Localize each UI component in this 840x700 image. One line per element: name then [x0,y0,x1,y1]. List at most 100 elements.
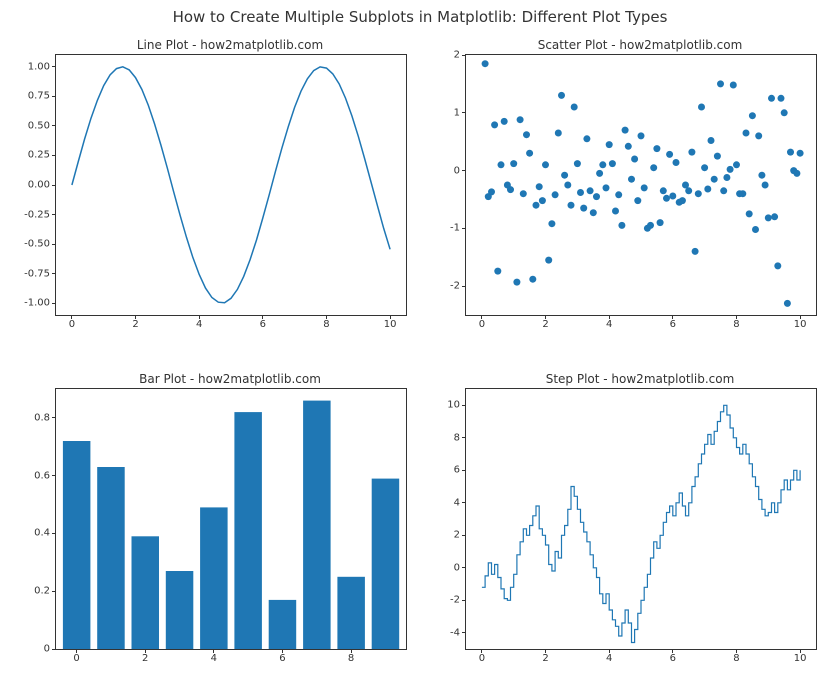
subplot-title-scatter: Scatter Plot - how2matplotlib.com [465,38,815,52]
xtick-label: 6 [670,319,676,330]
ytick-label: -0.75 [10,268,50,279]
ytick-label: -0.25 [10,209,50,220]
scatter-point [749,112,756,119]
xtick-label: 8 [733,319,739,330]
scatter-point [647,222,654,229]
scatter-point [542,161,549,168]
xtick-label: 2 [542,653,548,664]
scatter-point [628,176,635,183]
scatter-point [793,170,800,177]
scatter-point [501,118,508,125]
xtick-label: 10 [794,653,807,664]
scatter-point [510,160,517,167]
scatter-point [539,197,546,204]
bar [269,600,297,649]
scatter-point [730,82,737,89]
ytick-label: 0.4 [10,528,50,539]
bar [337,577,365,649]
bar [234,412,262,649]
xtick-label: 0 [479,319,485,330]
xtick-label: 0 [479,653,485,664]
scatter-point [666,151,673,158]
scatter-point [701,164,708,171]
ytick-label: 4 [420,497,460,508]
scatter-point [561,172,568,179]
scatter-point [568,202,575,209]
scatter-point [663,195,670,202]
scatter-point [746,210,753,217]
scatter-point [755,132,762,139]
xtick-label: 8 [323,319,329,330]
scatter-point [688,149,695,156]
ytick-label: 0.50 [10,120,50,131]
xtick-label: 4 [211,653,217,664]
xtick-label: 4 [196,319,202,330]
scatter-point [771,213,778,220]
scatter-point [657,219,664,226]
xtick-label: 6 [670,653,676,664]
scatter-point [717,80,724,87]
scatter-point [587,187,594,194]
scatter-point [609,160,616,167]
scatter-point [768,95,775,102]
scatter-point [638,132,645,139]
ytick-label: 0.8 [10,412,50,423]
scatter-point [558,92,565,99]
scatter-point [615,191,622,198]
scatter-point [739,190,746,197]
scatter-point [580,205,587,212]
subplot-title-line: Line Plot - how2matplotlib.com [55,38,405,52]
scatter-point [574,160,581,167]
bar [200,507,228,649]
axes-step: -4-20246810 0246810 [465,388,817,650]
ytick-label: -4 [420,627,460,638]
scatter-point [727,166,734,173]
xtick-label: 10 [384,319,397,330]
ytick-label: 0.00 [10,180,50,191]
scatter-point [711,176,718,183]
scatter-point [787,149,794,156]
ytick-label: -2 [420,595,460,606]
line-series [72,67,390,303]
ytick-label: 6 [420,465,460,476]
scatter-point [762,182,769,189]
scatter-point [685,187,692,194]
ytick-label: -2 [420,281,460,292]
scatter-point [625,143,632,150]
step-series [482,405,800,642]
scatter-point [612,208,619,215]
scatter-point [599,161,606,168]
scatter-point [778,95,785,102]
axes-line: -1.00-0.75-0.50-0.250.000.250.500.751.00… [55,54,407,316]
ytick-label: -1 [420,223,460,234]
ytick-label: 0 [420,562,460,573]
scatter-point [571,104,578,111]
ytick-label: 0.6 [10,470,50,481]
bar [63,441,91,649]
scatter-point [695,190,702,197]
scatter-point [797,150,804,157]
scatter-point [533,202,540,209]
scatter-point [564,182,571,189]
scatter-point [641,184,648,191]
xtick-label: 0 [73,653,79,664]
scatter-point [752,226,759,233]
xtick-label: 8 [348,653,354,664]
scatter-point [704,186,711,193]
bar [132,536,160,649]
scatter-point [523,131,530,138]
scatter-point [494,268,501,275]
ytick-label: 1.00 [10,61,50,72]
scatter-point [498,161,505,168]
figure-suptitle: How to Create Multiple Subplots in Matpl… [0,8,840,26]
scatter-point [650,164,657,171]
scatter-point [720,187,727,194]
scatter-point [660,187,667,194]
axes-bar: 00.20.40.60.8 02468 [55,388,407,650]
ytick-label: 0.25 [10,150,50,161]
scatter-point [743,130,750,137]
ytick-label: 8 [420,432,460,443]
xtick-label: 4 [606,319,612,330]
bar [97,467,125,649]
scatter-point [536,183,543,190]
